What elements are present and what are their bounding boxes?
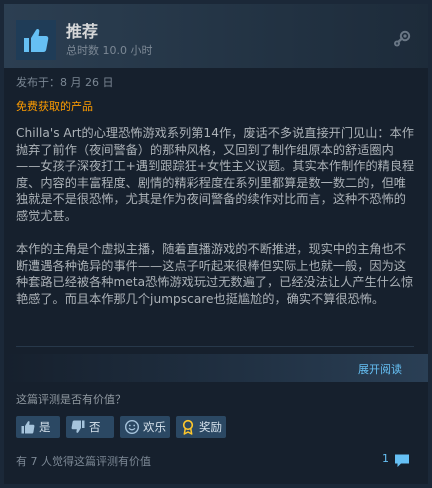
- recommended-thumb-icon: [16, 20, 56, 60]
- thumbs-down-icon: [71, 420, 85, 433]
- award-icon: [182, 419, 194, 435]
- vote-funny-button[interactable]: 欢乐: [120, 416, 170, 438]
- review-header: 推荐 总时数 10.0 小时: [4, 4, 428, 68]
- award-button[interactable]: 奖励: [176, 416, 226, 438]
- comment-count: 1: [382, 452, 389, 465]
- vote-yes-label: 是: [39, 420, 51, 434]
- free-product-tag: 免费获取的产品: [16, 100, 93, 113]
- vote-funny-label: 欢乐: [143, 420, 166, 434]
- review-body: Chilla's Art的心理恐怖游戏系列第14作，废话不多说直接开门见山：本作…: [16, 125, 416, 324]
- playtime-hours: 总时数 10.0 小时: [66, 44, 153, 57]
- smiley-icon: [124, 419, 140, 435]
- steam-icon: [392, 29, 412, 49]
- review-paragraph: Chilla's Art的心理恐怖游戏系列第14作，废话不多说直接开门见山：本作…: [16, 126, 415, 223]
- posted-date: 发布于：8 月 26 日: [16, 76, 114, 89]
- helpful-question: 这篇评测是否有价值？: [16, 393, 126, 406]
- helpful-count: 有 7 人觉得这篇评测有价值: [16, 455, 151, 468]
- comment-bubble-icon: [395, 454, 409, 467]
- vote-yes-button[interactable]: 是: [16, 416, 60, 438]
- vote-no-button[interactable]: 否: [66, 416, 114, 438]
- review-card: 推荐 总时数 10.0 小时 发布于：8 月 26 日 免费获取的产品 Chil…: [4, 4, 428, 484]
- recommendation-title: 推荐: [66, 22, 99, 41]
- divider: [16, 346, 414, 347]
- thumbs-up-icon: [21, 421, 35, 434]
- review-paragraph: 本作的主角是个虚拟主播，随着直播游戏的不断推进，现实中的主角也不断遭遇各种诡异的…: [16, 242, 414, 306]
- vote-no-label: 否: [89, 420, 101, 434]
- award-label: 奖励: [199, 420, 222, 434]
- read-more-bar: 展开阅读: [4, 354, 428, 382]
- read-more-link[interactable]: 展开阅读: [358, 361, 402, 377]
